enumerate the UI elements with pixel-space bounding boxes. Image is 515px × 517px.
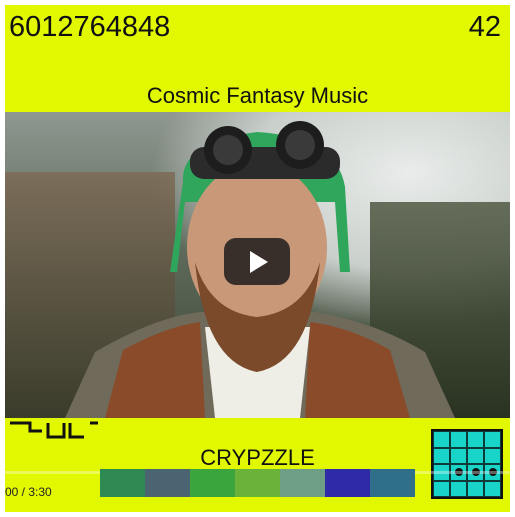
color-swatch-strip	[100, 469, 415, 497]
video-title[interactable]: Cosmic Fantasy Music	[5, 83, 510, 109]
grid-cell	[433, 431, 450, 448]
vest-left-shape	[105, 322, 205, 418]
video-card: 6012764848 42 Cosmic Fantasy Music CRYPZ…	[5, 5, 510, 512]
grid-cell	[433, 480, 450, 497]
color-swatch	[370, 469, 415, 497]
color-swatch	[235, 469, 280, 497]
token-count: 42	[468, 11, 501, 43]
grid-cell	[450, 447, 467, 464]
puzzle-grid-icon	[431, 429, 503, 499]
color-swatch	[190, 469, 235, 497]
video-thumbnail[interactable]	[5, 112, 510, 418]
grid-cell	[484, 480, 501, 497]
token-number: 6012764848	[9, 11, 171, 43]
grid-cell	[467, 431, 484, 448]
grid-cell	[467, 480, 484, 497]
play-button[interactable]	[224, 238, 290, 285]
play-icon	[250, 251, 268, 273]
grid-cell	[433, 447, 450, 464]
time-readout: 00 / 3:30	[5, 485, 52, 499]
grid-cell	[484, 431, 501, 448]
grid-cell	[450, 480, 467, 497]
grid-cell	[484, 447, 501, 464]
color-swatch	[280, 469, 325, 497]
color-swatch	[100, 469, 145, 497]
color-swatch	[325, 469, 370, 497]
grid-cell	[450, 431, 467, 448]
glyph-logo-icon	[10, 421, 98, 439]
color-swatch	[145, 469, 190, 497]
grid-cell	[467, 447, 484, 464]
